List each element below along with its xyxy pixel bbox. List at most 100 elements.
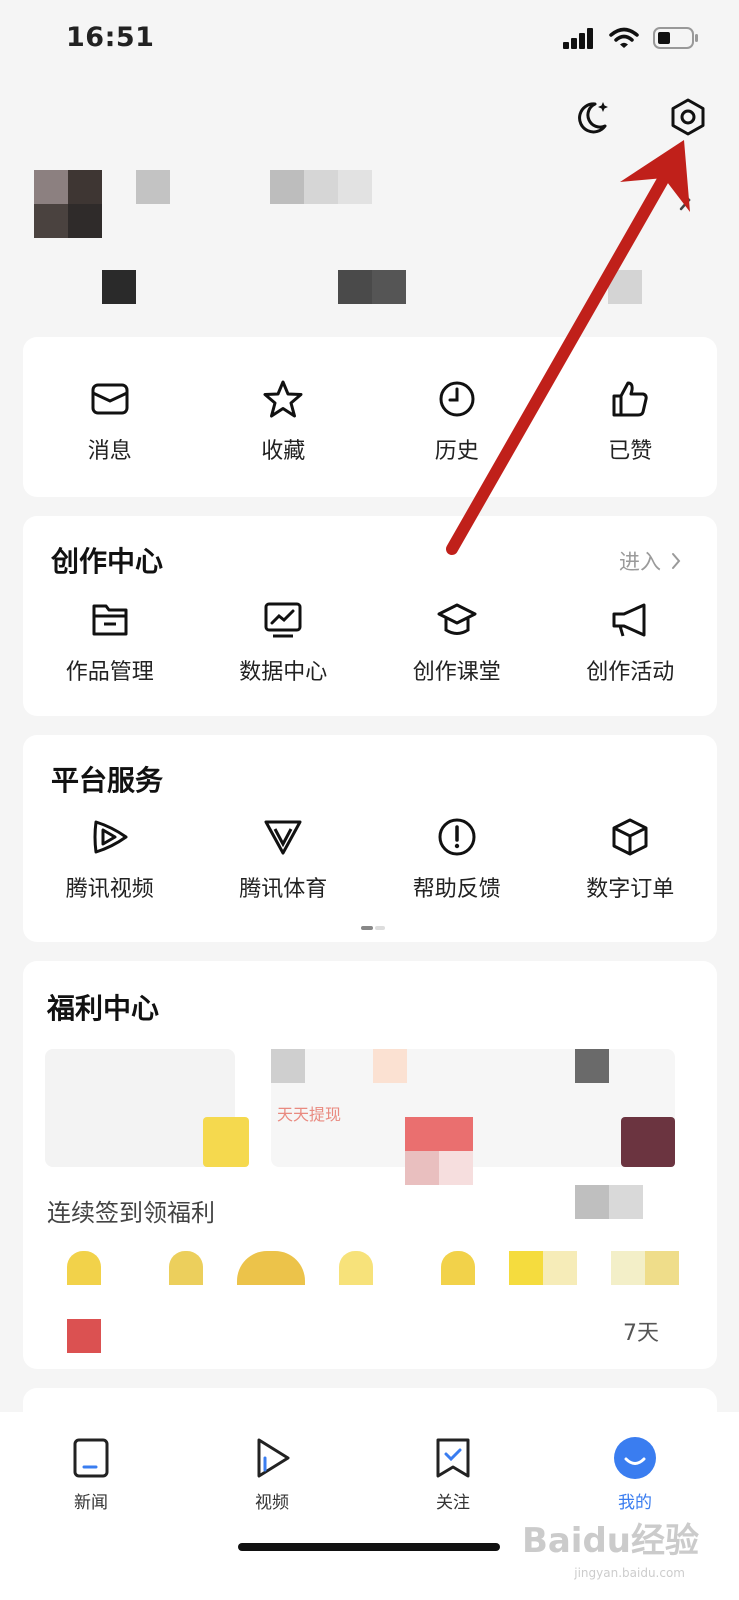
- service-digital-orders[interactable]: 数字订单: [544, 817, 718, 903]
- settings-icon[interactable]: [667, 96, 709, 138]
- video-play-icon: [257, 1438, 290, 1478]
- service-label: 帮助反馈: [412, 877, 501, 902]
- username-blur: [338, 170, 372, 204]
- promo-blur: [621, 1117, 675, 1167]
- service-label: 数字订单: [586, 877, 675, 902]
- platform-services-title: 平台服务: [51, 764, 164, 797]
- platform-services-card: 平台服务 腾讯视频 腾讯体育 帮助反馈 数字订单: [23, 735, 717, 942]
- chevron-right-icon: [672, 553, 681, 569]
- promo-blur: [271, 1049, 305, 1083]
- box-icon: [612, 818, 648, 856]
- tab-label: 关注: [436, 1493, 470, 1513]
- username-blur: [270, 170, 304, 204]
- stat-blur: [338, 270, 372, 304]
- username-blur: [136, 170, 170, 204]
- chevron-right-icon[interactable]: [678, 188, 692, 212]
- quick-action-favorites[interactable]: 收藏: [197, 379, 371, 465]
- promo-blur: [405, 1117, 473, 1151]
- signin-coin: [237, 1251, 305, 1285]
- tencent-sports-icon: [264, 820, 302, 855]
- signin-coin: [645, 1251, 679, 1285]
- tab-news[interactable]: 新闻: [46, 1436, 136, 1513]
- signin-coin: [543, 1251, 577, 1285]
- avatar[interactable]: [34, 170, 102, 238]
- promo-text: 天天提现: [277, 1105, 342, 1124]
- top-actions: [571, 96, 709, 138]
- tab-label: 新闻: [74, 1493, 108, 1513]
- promo-blur: [203, 1117, 249, 1167]
- promo-blur: [439, 1151, 473, 1185]
- news-icon: [73, 1438, 109, 1478]
- tab-label: 视频: [255, 1493, 289, 1513]
- signin-coin: [441, 1251, 475, 1285]
- creation-center-card: 创作中心 进入 作品管理 数据中心 创作课堂 创作活动: [23, 516, 717, 716]
- enter-label: 进入: [619, 550, 661, 574]
- star-icon: [263, 380, 303, 418]
- follow-icon: [436, 1438, 470, 1478]
- wifi-icon: [609, 27, 639, 48]
- service-help-feedback[interactable]: 帮助反馈: [370, 817, 544, 903]
- signal-icon: [563, 28, 593, 49]
- promo-blur: [575, 1049, 609, 1083]
- signin-day-label: 7天: [623, 1321, 659, 1346]
- signin-coin: [339, 1251, 373, 1285]
- quick-actions-card: 消息 收藏 历史 已赞: [23, 337, 717, 497]
- signin-coin: [509, 1251, 543, 1285]
- promo-blur: [405, 1151, 439, 1185]
- night-mode-icon[interactable]: [571, 96, 613, 138]
- quick-action-label: 收藏: [261, 439, 306, 464]
- quick-action-label: 已赞: [608, 439, 653, 464]
- signin-days[interactable]: 7天: [67, 1251, 679, 1353]
- tab-follow[interactable]: 关注: [408, 1436, 498, 1513]
- tab-me[interactable]: 我的: [590, 1436, 680, 1513]
- quick-action-messages[interactable]: 消息: [23, 379, 197, 465]
- status-bar: 16:51: [0, 0, 739, 80]
- welfare-center-card: 福利中心 天天提现 连续签到领福利 7天: [23, 961, 717, 1369]
- creation-item-label: 作品管理: [65, 660, 154, 685]
- folder-icon: [92, 604, 128, 636]
- creation-item-activity[interactable]: 创作活动: [544, 600, 718, 686]
- thumbs-up-icon: [612, 381, 648, 417]
- status-time: 16:51: [66, 22, 155, 53]
- profile-header[interactable]: [34, 170, 706, 320]
- username-blur: [304, 170, 338, 204]
- creation-item-label: 数据中心: [239, 660, 328, 685]
- creation-item-label: 创作课堂: [412, 660, 501, 685]
- creation-item-data[interactable]: 数据中心: [197, 600, 371, 686]
- quick-action-liked[interactable]: 已赞: [544, 379, 718, 465]
- creation-item-label: 创作活动: [586, 660, 675, 685]
- signin-coin: [169, 1251, 203, 1285]
- service-tencent-video[interactable]: 腾讯视频: [23, 817, 197, 903]
- promo-blur: [609, 1185, 643, 1219]
- service-label: 腾讯视频: [65, 877, 154, 902]
- chart-icon: [264, 602, 302, 638]
- me-icon: [614, 1437, 656, 1479]
- megaphone-icon: [612, 603, 646, 637]
- signin-day-blur: [67, 1319, 101, 1353]
- promo-blur: [575, 1185, 609, 1219]
- service-tencent-sports[interactable]: 腾讯体育: [197, 817, 371, 903]
- stat-blur: [372, 270, 406, 304]
- quick-action-label: 历史: [434, 439, 479, 464]
- quick-action-label: 消息: [87, 439, 132, 464]
- signin-title: 连续签到领福利: [47, 1199, 215, 1227]
- welfare-center-title: 福利中心: [47, 992, 160, 1025]
- tab-video[interactable]: 视频: [227, 1436, 317, 1513]
- signin-coin: [67, 1251, 101, 1285]
- battery-icon: [653, 27, 698, 49]
- home-indicator: [238, 1543, 500, 1551]
- message-icon: [91, 383, 129, 415]
- stat-blur: [608, 270, 642, 304]
- creation-item-class[interactable]: 创作课堂: [370, 600, 544, 686]
- creation-center-enter-link[interactable]: 进入: [619, 546, 681, 576]
- help-icon: [438, 818, 476, 856]
- service-label: 腾讯体育: [239, 877, 328, 902]
- page-indicator: [361, 926, 385, 930]
- creation-center-title: 创作中心: [51, 545, 164, 578]
- creation-item-works[interactable]: 作品管理: [23, 600, 197, 686]
- watermark-url: jingyan.baidu.com: [574, 1566, 685, 1580]
- watermark-logo: Baidu经验: [521, 1521, 699, 1561]
- promo-blur: [373, 1049, 407, 1083]
- quick-action-history[interactable]: 历史: [370, 379, 544, 465]
- tab-label: 我的: [618, 1493, 652, 1513]
